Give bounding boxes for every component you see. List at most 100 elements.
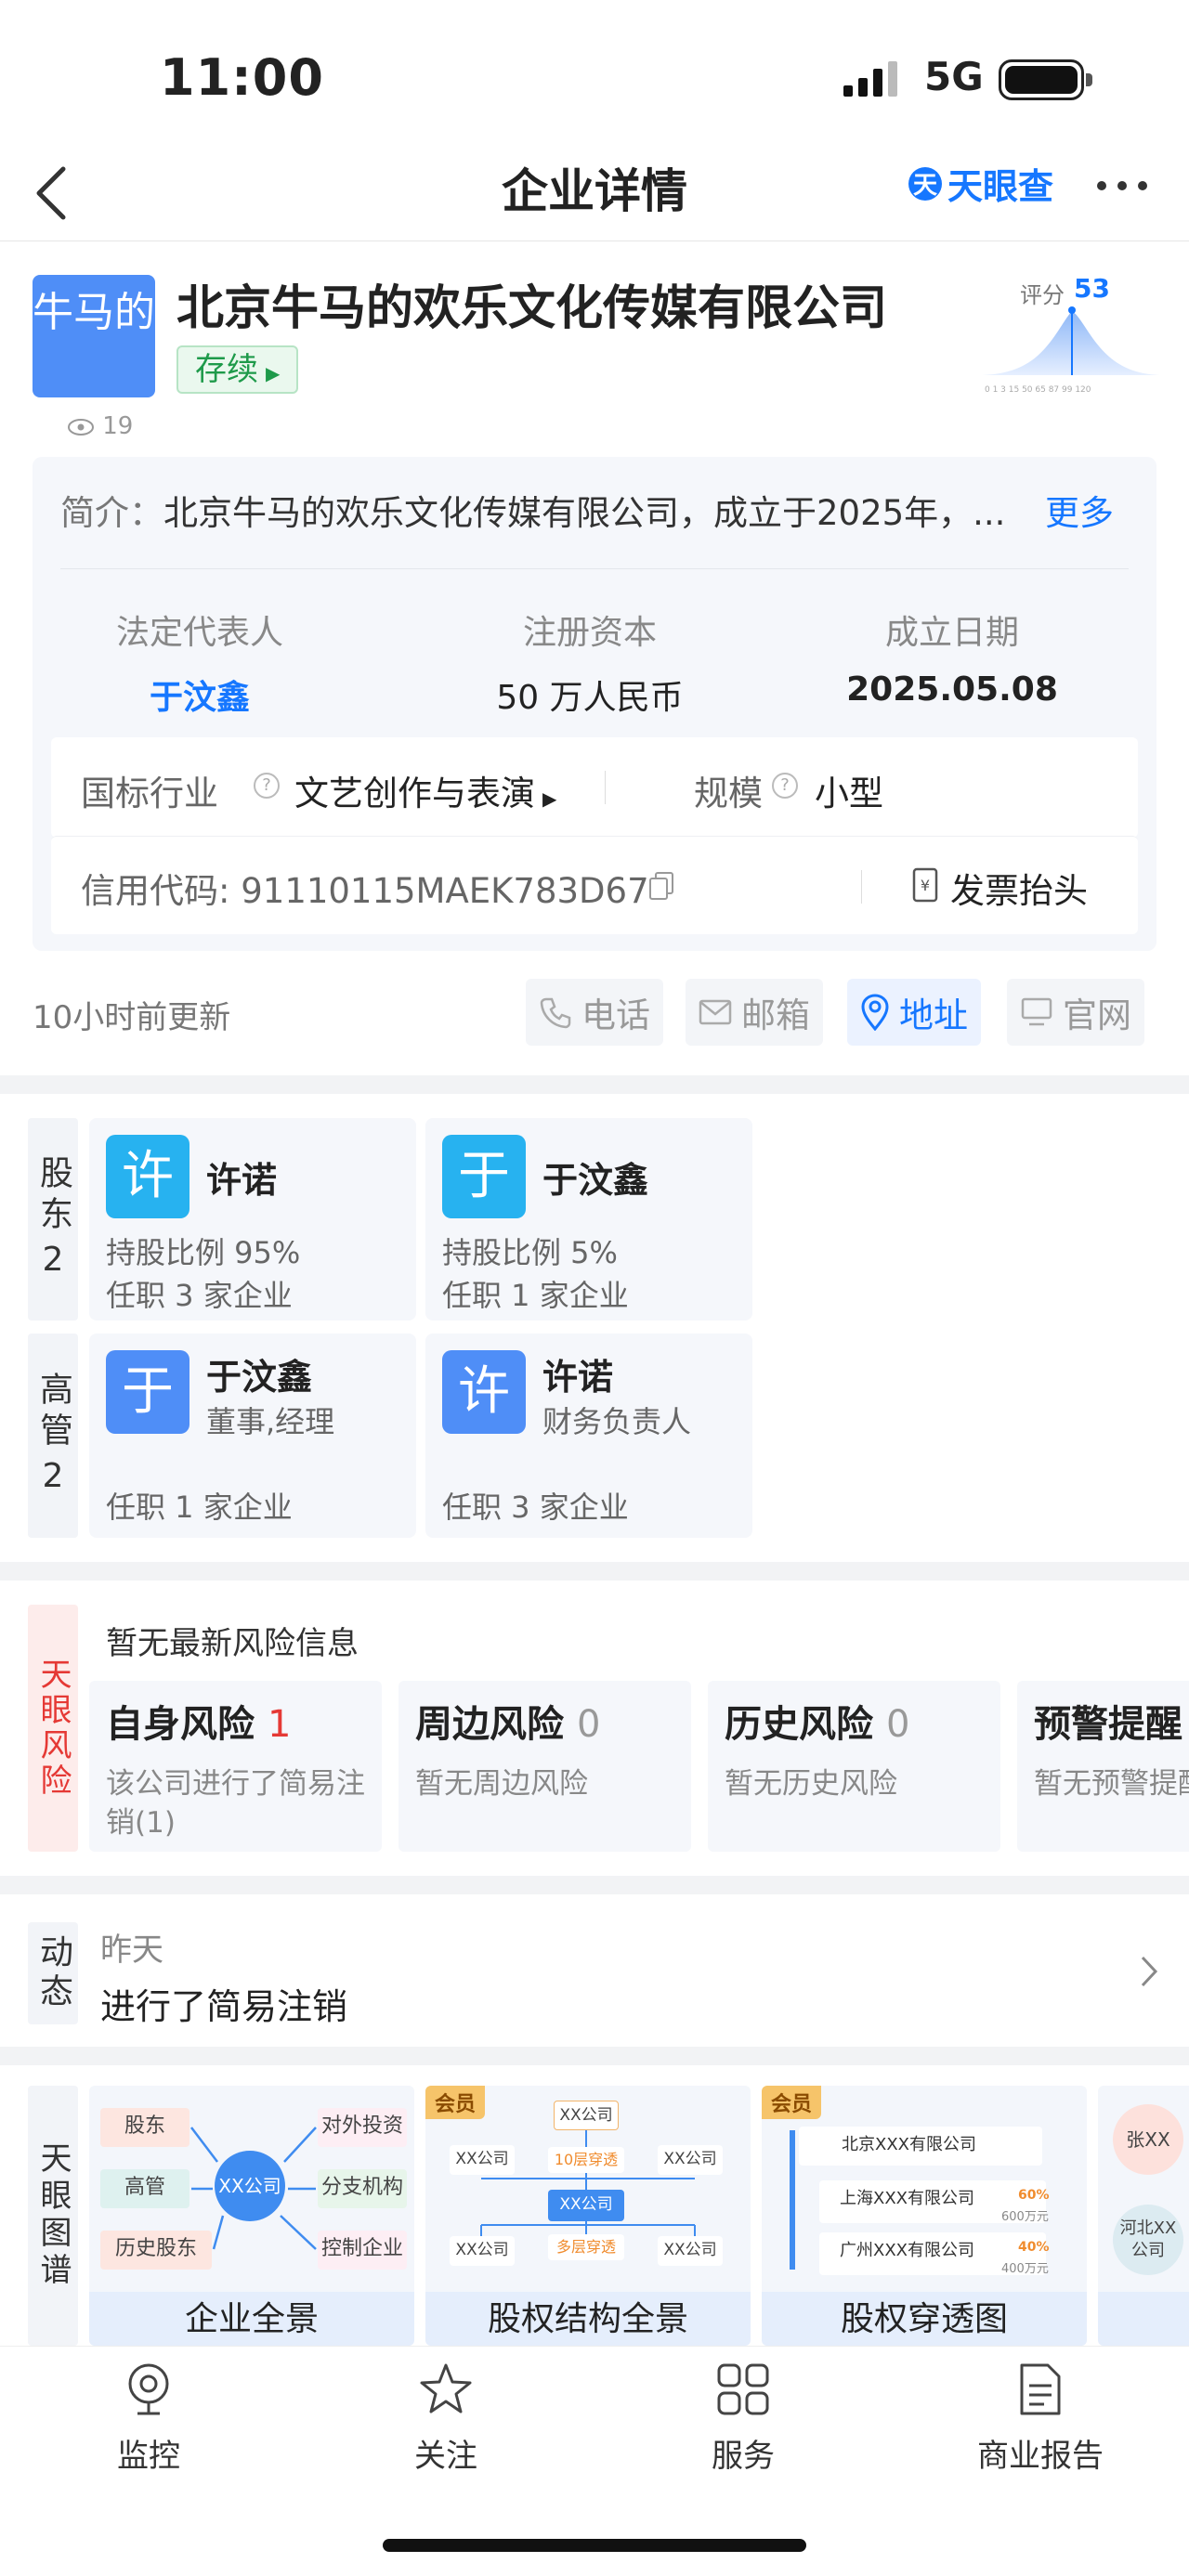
graph-node-percent: 40% — [1018, 2240, 1050, 2255]
copy-icon[interactable] — [647, 870, 675, 900]
location-pin-icon — [861, 994, 889, 1031]
tab-monitor[interactable]: 监控 — [0, 2361, 297, 2476]
founded-date: 成立日期 2025.05.08 — [846, 614, 1058, 709]
graph-card-equity-structure[interactable]: 会员 XX公司 XX公司 XX公司 10层穿透 XX公司 多层穿透 XX公司 X… — [425, 2086, 751, 2346]
nav-bar: 企业详情 天 天眼查 — [0, 141, 1189, 241]
manager-name: 于汶鑫 — [206, 1357, 313, 1398]
company-name: 北京牛马的欢乐文化传媒有限公司 — [176, 281, 888, 336]
star-icon — [420, 2363, 472, 2413]
graph-node: 河北XX公司 — [1113, 2205, 1183, 2275]
shareholders-label[interactable]: 股东 2 — [28, 1118, 78, 1321]
tab-business-report[interactable]: 商业报告 — [892, 2361, 1189, 2476]
brand-name: 天眼查 — [947, 166, 1054, 207]
graph-node-amount: 600万元 — [1001, 2210, 1049, 2224]
battery-icon — [999, 59, 1092, 100]
avatar: 于 — [442, 1135, 526, 1218]
graph-card-title — [1098, 2292, 1189, 2346]
scale-value: 小型 — [815, 774, 883, 813]
risk-card-surrounding[interactable]: 周边风险 0 暂无周边风险 — [399, 1681, 691, 1852]
grid-icon — [717, 2363, 769, 2415]
legal-rep: 法定代表人 于汶鑫 — [33, 605, 367, 719]
brand-logo-icon: 天 — [908, 166, 942, 201]
graph-arrows — [190, 2127, 317, 2250]
risk-label[interactable]: 天眼风险 — [28, 1605, 78, 1852]
graph-node-percent: 60% — [1018, 2188, 1050, 2203]
chevron-right-icon[interactable] — [1139, 1954, 1159, 1989]
credit-code: 信用代码: 91110115MAEK783D67 — [81, 871, 649, 911]
risk-card-self[interactable]: 自身风险 1 该公司进行了简易注销(1) — [89, 1681, 382, 1852]
dynamic-text[interactable]: 进行了简易注销 — [100, 1978, 347, 2029]
network-type: 5G — [924, 54, 984, 99]
divider — [605, 771, 606, 804]
score-value: 53 — [1074, 273, 1110, 304]
mail-icon — [699, 999, 732, 1025]
manager-card[interactable]: 许 许诺 财务负责人 任职 3 家企业 — [425, 1334, 752, 1538]
graph-node-amount: 400万元 — [1001, 2262, 1049, 2276]
graph-label[interactable]: 天眼图谱 — [28, 2086, 78, 2346]
manager-name: 许诺 — [542, 1357, 614, 1398]
graph-node: 张XX — [1113, 2104, 1183, 2175]
vip-badge: 会员 — [762, 2086, 822, 2119]
shareholder-card[interactable]: 许 许诺 持股比例 95% 任职 3 家企业 — [89, 1118, 416, 1321]
graph-card-title: 企业全景 — [89, 2292, 414, 2346]
intro-text[interactable]: 简介：北京牛马的欢乐文化传媒有限公司，成立于2025年，... 更多 — [60, 485, 1114, 535]
graph-node: 北京XXX有限公司 — [799, 2127, 1042, 2166]
invoice-button[interactable]: 发票抬头 — [950, 863, 1088, 913]
monitor-camera-icon — [128, 2363, 169, 2415]
graph-card-equity-penetration[interactable]: 会员 当前 北京XXX有限公司 1层 上海XXX有限公司 60% 600万元 1… — [762, 2086, 1087, 2346]
dynamic-time: 昨天 — [100, 1932, 163, 1969]
graph-card-title: 股权结构全景 — [425, 2292, 751, 2346]
invoice-icon: ¥ — [912, 867, 938, 903]
help-icon[interactable]: ? — [254, 773, 280, 799]
score-chart[interactable]: 评分 53 0 1 3 15 50 65 87 99 120 — [983, 273, 1159, 403]
industry-link[interactable]: 文艺创作与表演 ▶ — [294, 765, 556, 815]
graph-arrows — [480, 2130, 696, 2236]
shareholder-name: 于汶鑫 — [542, 1160, 649, 1201]
credit-row: 信用代码: 91110115MAEK783D67 ¥ 发票抬头 — [51, 836, 1138, 934]
section-divider — [0, 1562, 1189, 1581]
contact-toolbar: 10小时前更新 电话 邮箱 地址 官网 — [0, 971, 1189, 1049]
shareholder-name: 许诺 — [206, 1160, 278, 1201]
eye-icon — [68, 418, 94, 436]
help-icon[interactable]: ? — [772, 773, 798, 799]
graph-card-enterprise[interactable]: 股东 高管 历史股东 XX公司 对外投资 分支机构 控制企业 企业全景 — [89, 2086, 414, 2346]
industry-row: 国标行业 ? 文艺创作与表演 ▶ 规模 ? 小型 — [51, 737, 1138, 838]
document-icon — [1020, 2363, 1061, 2415]
avatar: 于 — [106, 1350, 189, 1434]
risk-headline: 暂无最新风险信息 — [106, 1625, 359, 1662]
risk-card-history[interactable]: 历史风险 0 暂无历史风险 — [708, 1681, 1000, 1852]
email-button[interactable]: 邮箱 — [686, 979, 823, 1046]
score-distribution-curve: 0 1 3 15 50 65 87 99 120 — [983, 306, 1159, 395]
brand-logo[interactable]: 天 天眼查 — [908, 158, 1053, 209]
divider — [60, 568, 1129, 569]
monitor-icon — [1021, 997, 1052, 1026]
home-indicator[interactable] — [383, 2539, 806, 2552]
tab-service[interactable]: 服务 — [594, 2361, 892, 2476]
managers-label[interactable]: 高管 2 — [28, 1334, 78, 1538]
tab-follow[interactable]: 关注 — [297, 2361, 594, 2476]
section-divider — [0, 1876, 1189, 1894]
registered-capital: 注册资本 50 万人民币 — [496, 614, 684, 717]
svg-text:0 1 3 15 50 65 87 99 120: 0 1 3 15 50 65 87 99 120 — [985, 385, 1091, 395]
section-divider — [0, 2047, 1189, 2065]
more-options-icon[interactable] — [1094, 176, 1150, 195]
divider — [861, 870, 862, 904]
manager-card[interactable]: 于 于汶鑫 董事,经理 任职 1 家企业 — [89, 1334, 416, 1538]
website-button[interactable]: 官网 — [1007, 979, 1144, 1046]
phone-icon — [540, 997, 571, 1029]
company-info-card: 简介：北京牛马的欢乐文化传媒有限公司，成立于2025年，... 更多 法定代表人… — [33, 457, 1156, 951]
tree-line — [790, 2130, 795, 2270]
status-time: 11:00 — [160, 48, 324, 107]
status-bar: 11:00 5G — [0, 0, 1189, 149]
graph-card-relations[interactable]: 张XX 河北XX公司 — [1098, 2086, 1189, 2346]
phone-button[interactable]: 电话 — [526, 979, 663, 1046]
legal-rep-link[interactable]: 于汶鑫 — [33, 670, 367, 719]
risk-card-warning[interactable]: 预警提醒 暂无预警提醒 — [1017, 1681, 1189, 1852]
signal-icon — [843, 61, 897, 97]
view-count: 19 — [67, 412, 133, 440]
graph-card-title: 股权穿透图 — [762, 2292, 1087, 2346]
shareholder-card[interactable]: 于 于汶鑫 持股比例 5% 任职 1 家企业 — [425, 1118, 752, 1321]
avatar: 许 — [106, 1135, 189, 1218]
intro-more-link[interactable]: 更多 — [1045, 485, 1114, 535]
address-button[interactable]: 地址 — [847, 979, 981, 1046]
